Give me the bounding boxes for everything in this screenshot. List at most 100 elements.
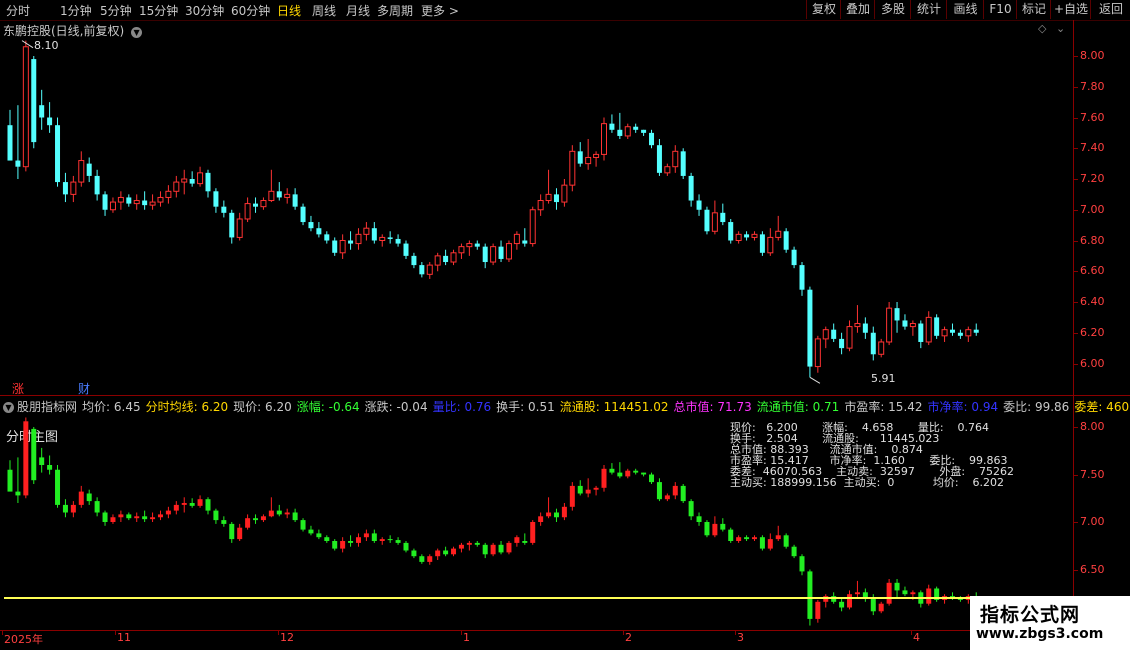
candle-body	[973, 329, 979, 333]
candle	[490, 243, 497, 266]
candle	[451, 546, 457, 557]
candle	[466, 541, 472, 551]
candle-body	[308, 529, 314, 534]
toolbar-button[interactable]: 统计	[910, 0, 947, 19]
candle-body	[633, 126, 639, 130]
toolbar-button[interactable]: 返回	[1090, 0, 1130, 19]
candle-body	[680, 151, 686, 176]
candle-body	[55, 469, 61, 505]
date-label: 1	[463, 631, 470, 644]
period-tab[interactable]: 更多 >	[421, 2, 459, 19]
period-tab[interactable]: 多周期	[377, 2, 413, 19]
side-panel-edge	[1116, 30, 1130, 390]
candle-body	[268, 190, 275, 202]
candle	[165, 185, 172, 204]
period-tab[interactable]: 5分钟	[100, 2, 132, 19]
candle-body	[585, 489, 591, 494]
candle	[522, 533, 528, 545]
candle	[31, 56, 37, 149]
candle-body	[815, 601, 821, 619]
candle-body	[244, 203, 251, 220]
candle	[379, 234, 386, 247]
candle-body	[672, 150, 679, 168]
candle	[427, 554, 433, 565]
candle	[284, 188, 291, 204]
period-tab[interactable]: 分时	[6, 2, 30, 19]
candle-body	[165, 190, 172, 198]
candle-body	[569, 150, 576, 186]
candle-body	[292, 512, 298, 521]
candle-body	[450, 252, 457, 263]
candle-body	[799, 556, 805, 572]
candle-body	[822, 329, 829, 340]
candle	[339, 234, 346, 259]
y-tick-mark	[1073, 427, 1078, 428]
candle	[443, 546, 449, 557]
candle	[775, 215, 782, 241]
candle-body	[530, 522, 536, 543]
toolbar-button[interactable]: 叠加	[840, 0, 875, 19]
toolbar-button[interactable]: 复权	[806, 0, 841, 19]
period-tab[interactable]: 60分钟	[231, 2, 270, 19]
candle-body	[767, 236, 774, 254]
watermark-url: www.zbgs3.com	[976, 626, 1104, 642]
candle	[538, 512, 544, 526]
period-tab[interactable]: 日线	[277, 2, 301, 19]
y-tick-mark	[1073, 271, 1078, 273]
candle	[126, 512, 132, 521]
candle	[514, 535, 520, 547]
candle	[609, 114, 615, 133]
date-label: 4	[913, 631, 920, 644]
candle-body	[617, 129, 623, 136]
candle	[189, 171, 195, 187]
y-tick-label: 6.00	[1080, 356, 1105, 370]
candle-body	[839, 338, 845, 349]
candle-body	[656, 482, 662, 500]
candle-body	[593, 153, 600, 158]
candle	[846, 320, 853, 352]
candle-body	[561, 506, 567, 518]
candle-body	[498, 544, 504, 553]
candle-body	[751, 233, 758, 238]
candle	[363, 529, 369, 541]
candle-body	[474, 542, 480, 545]
period-tab[interactable]: 月线	[346, 2, 370, 19]
candle-body	[878, 341, 885, 355]
candle	[625, 468, 631, 479]
y-tick-label: 6.60	[1080, 264, 1105, 278]
candle	[957, 329, 963, 339]
candle-body	[609, 468, 615, 473]
candle	[371, 529, 377, 543]
candle-body	[870, 598, 876, 612]
candle-body	[839, 601, 845, 608]
candle-body	[47, 465, 53, 470]
period-tab[interactable]: 周线	[312, 2, 336, 19]
candle	[86, 157, 92, 183]
candle-body	[941, 329, 948, 337]
period-tab[interactable]: 30分钟	[185, 2, 224, 19]
candle-body	[348, 541, 354, 543]
candle	[276, 504, 282, 517]
candle-body	[86, 163, 92, 176]
candle	[530, 520, 536, 545]
toolbar-button[interactable]: +自选	[1050, 0, 1091, 19]
toolbar-button[interactable]: F10	[983, 0, 1017, 19]
candle-body	[513, 233, 520, 245]
candle	[814, 335, 821, 373]
candle-body	[783, 231, 789, 250]
date-tick	[623, 630, 624, 635]
toolbar-button[interactable]: 标记	[1016, 0, 1051, 19]
toolbar-button[interactable]: 多股	[874, 0, 911, 19]
candle-body	[735, 233, 742, 242]
toolbar-button[interactable]: 画线	[946, 0, 984, 19]
quote-info-line: 主动买: 188999.156 主动买: 0 均价: 6.202	[730, 476, 1005, 489]
period-tab[interactable]: 15分钟	[139, 2, 178, 19]
y-tick-mark	[1073, 117, 1078, 119]
candle	[7, 109, 13, 161]
period-tab[interactable]: 1分钟	[60, 2, 92, 19]
candle-body	[807, 571, 813, 619]
candle-body	[909, 323, 916, 328]
candle-body	[847, 594, 853, 608]
watermark-title: 指标公式网	[980, 604, 1081, 626]
candle	[157, 191, 164, 207]
